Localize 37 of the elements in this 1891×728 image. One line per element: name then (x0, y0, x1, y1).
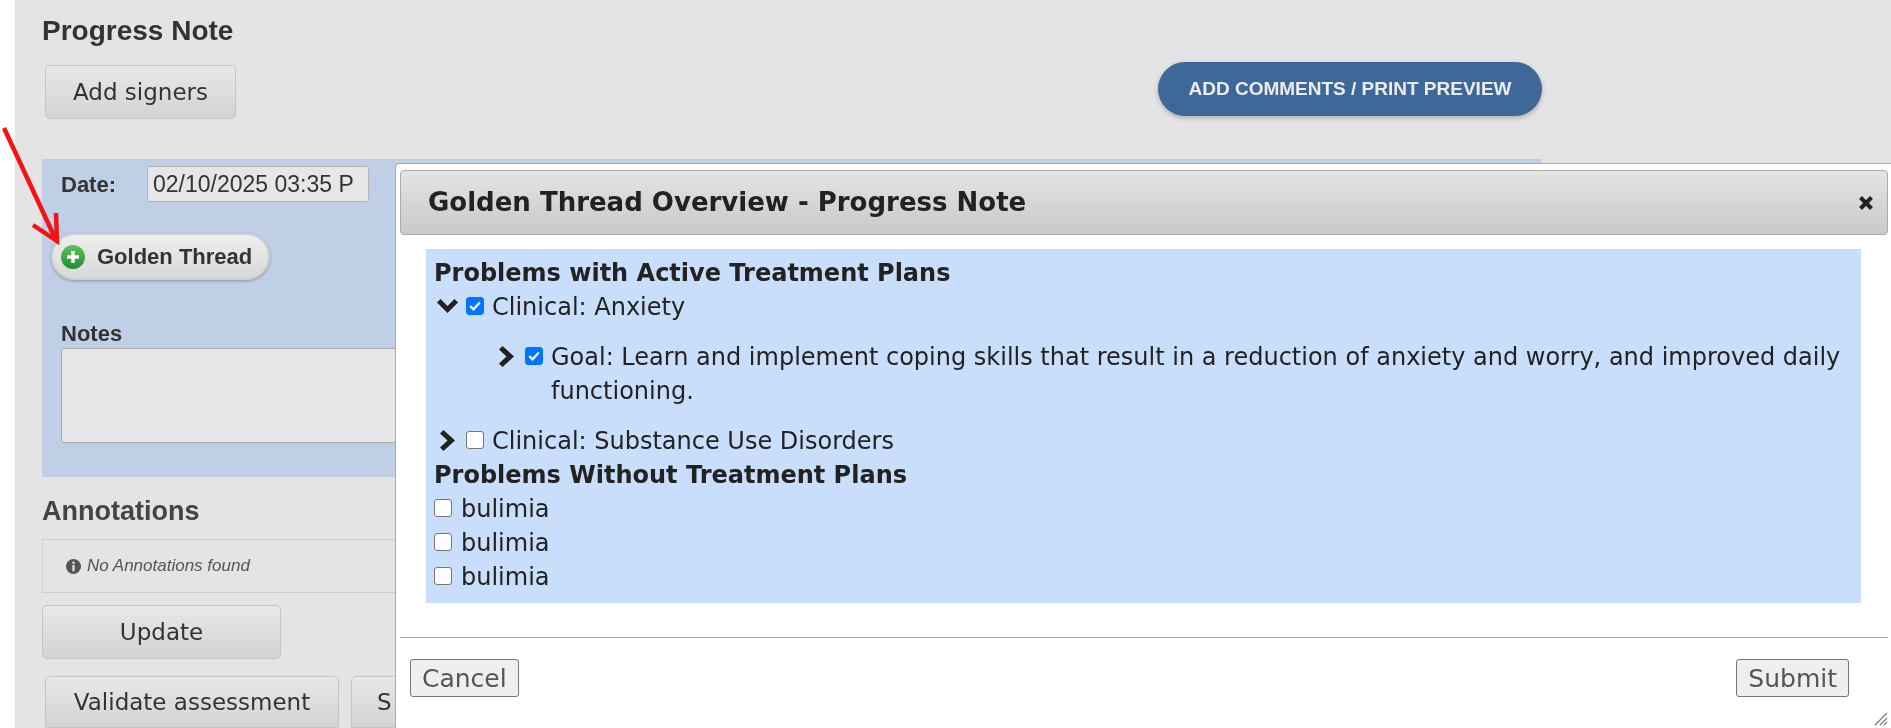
modal-title: Golden Thread Overview - Progress Note (428, 186, 1027, 219)
notes-label: Notes (61, 321, 123, 347)
date-field[interactable]: 02/10/2025 03:35 P (147, 166, 369, 202)
section-heading: Problems with Active Treatment Plans (434, 258, 952, 289)
item-label: bulimia (461, 494, 550, 525)
empty-message: No Annotations found (87, 555, 250, 578)
checkbox[interactable] (466, 431, 484, 449)
info-icon (66, 558, 81, 574)
golden-thread-button[interactable]: Golden Thread (51, 233, 270, 280)
plus-icon (61, 244, 85, 269)
item-label: Clinical: Anxiety (492, 292, 686, 323)
checkbox[interactable] (525, 347, 543, 365)
item-label: Goal: Learn and implement coping skills that result in a reduction of anxiety and worry, and improved daily functioning. (551, 342, 1842, 407)
date-label: Date: (61, 170, 117, 199)
checkmark-icon (469, 301, 481, 311)
cancel-button[interactable]: Cancel (410, 659, 519, 697)
validate-button[interactable]: Validate assessment (45, 676, 339, 728)
checkbox[interactable] (434, 533, 452, 551)
update-button[interactable]: Update (42, 605, 281, 659)
resize-grip-icon[interactable] (1872, 710, 1888, 726)
submit-button[interactable]: Submit (1736, 659, 1849, 697)
close-icon[interactable] (1858, 194, 1874, 211)
item-label: Clinical: Substance Use Disorders (492, 426, 894, 457)
checkbox[interactable] (434, 499, 452, 517)
section-heading: Problems Without Treatment Plans (434, 460, 908, 491)
chevron-right-icon[interactable] (499, 345, 514, 367)
item-label: bulimia (461, 528, 550, 559)
chevron-right-icon[interactable] (440, 429, 455, 451)
chevron-down-icon[interactable] (437, 299, 458, 313)
add-signers-button[interactable]: Add signers (45, 65, 236, 119)
checkbox[interactable] (434, 567, 452, 585)
print-preview-button[interactable]: ADD COMMENTS / PRINT PREVIEW (1158, 62, 1542, 116)
item-label: bulimia (461, 562, 550, 593)
checkmark-icon (528, 351, 540, 361)
checkbox[interactable] (466, 297, 484, 315)
annotations-heading: Annotations (42, 495, 200, 527)
page-title: Progress Note (42, 14, 234, 48)
